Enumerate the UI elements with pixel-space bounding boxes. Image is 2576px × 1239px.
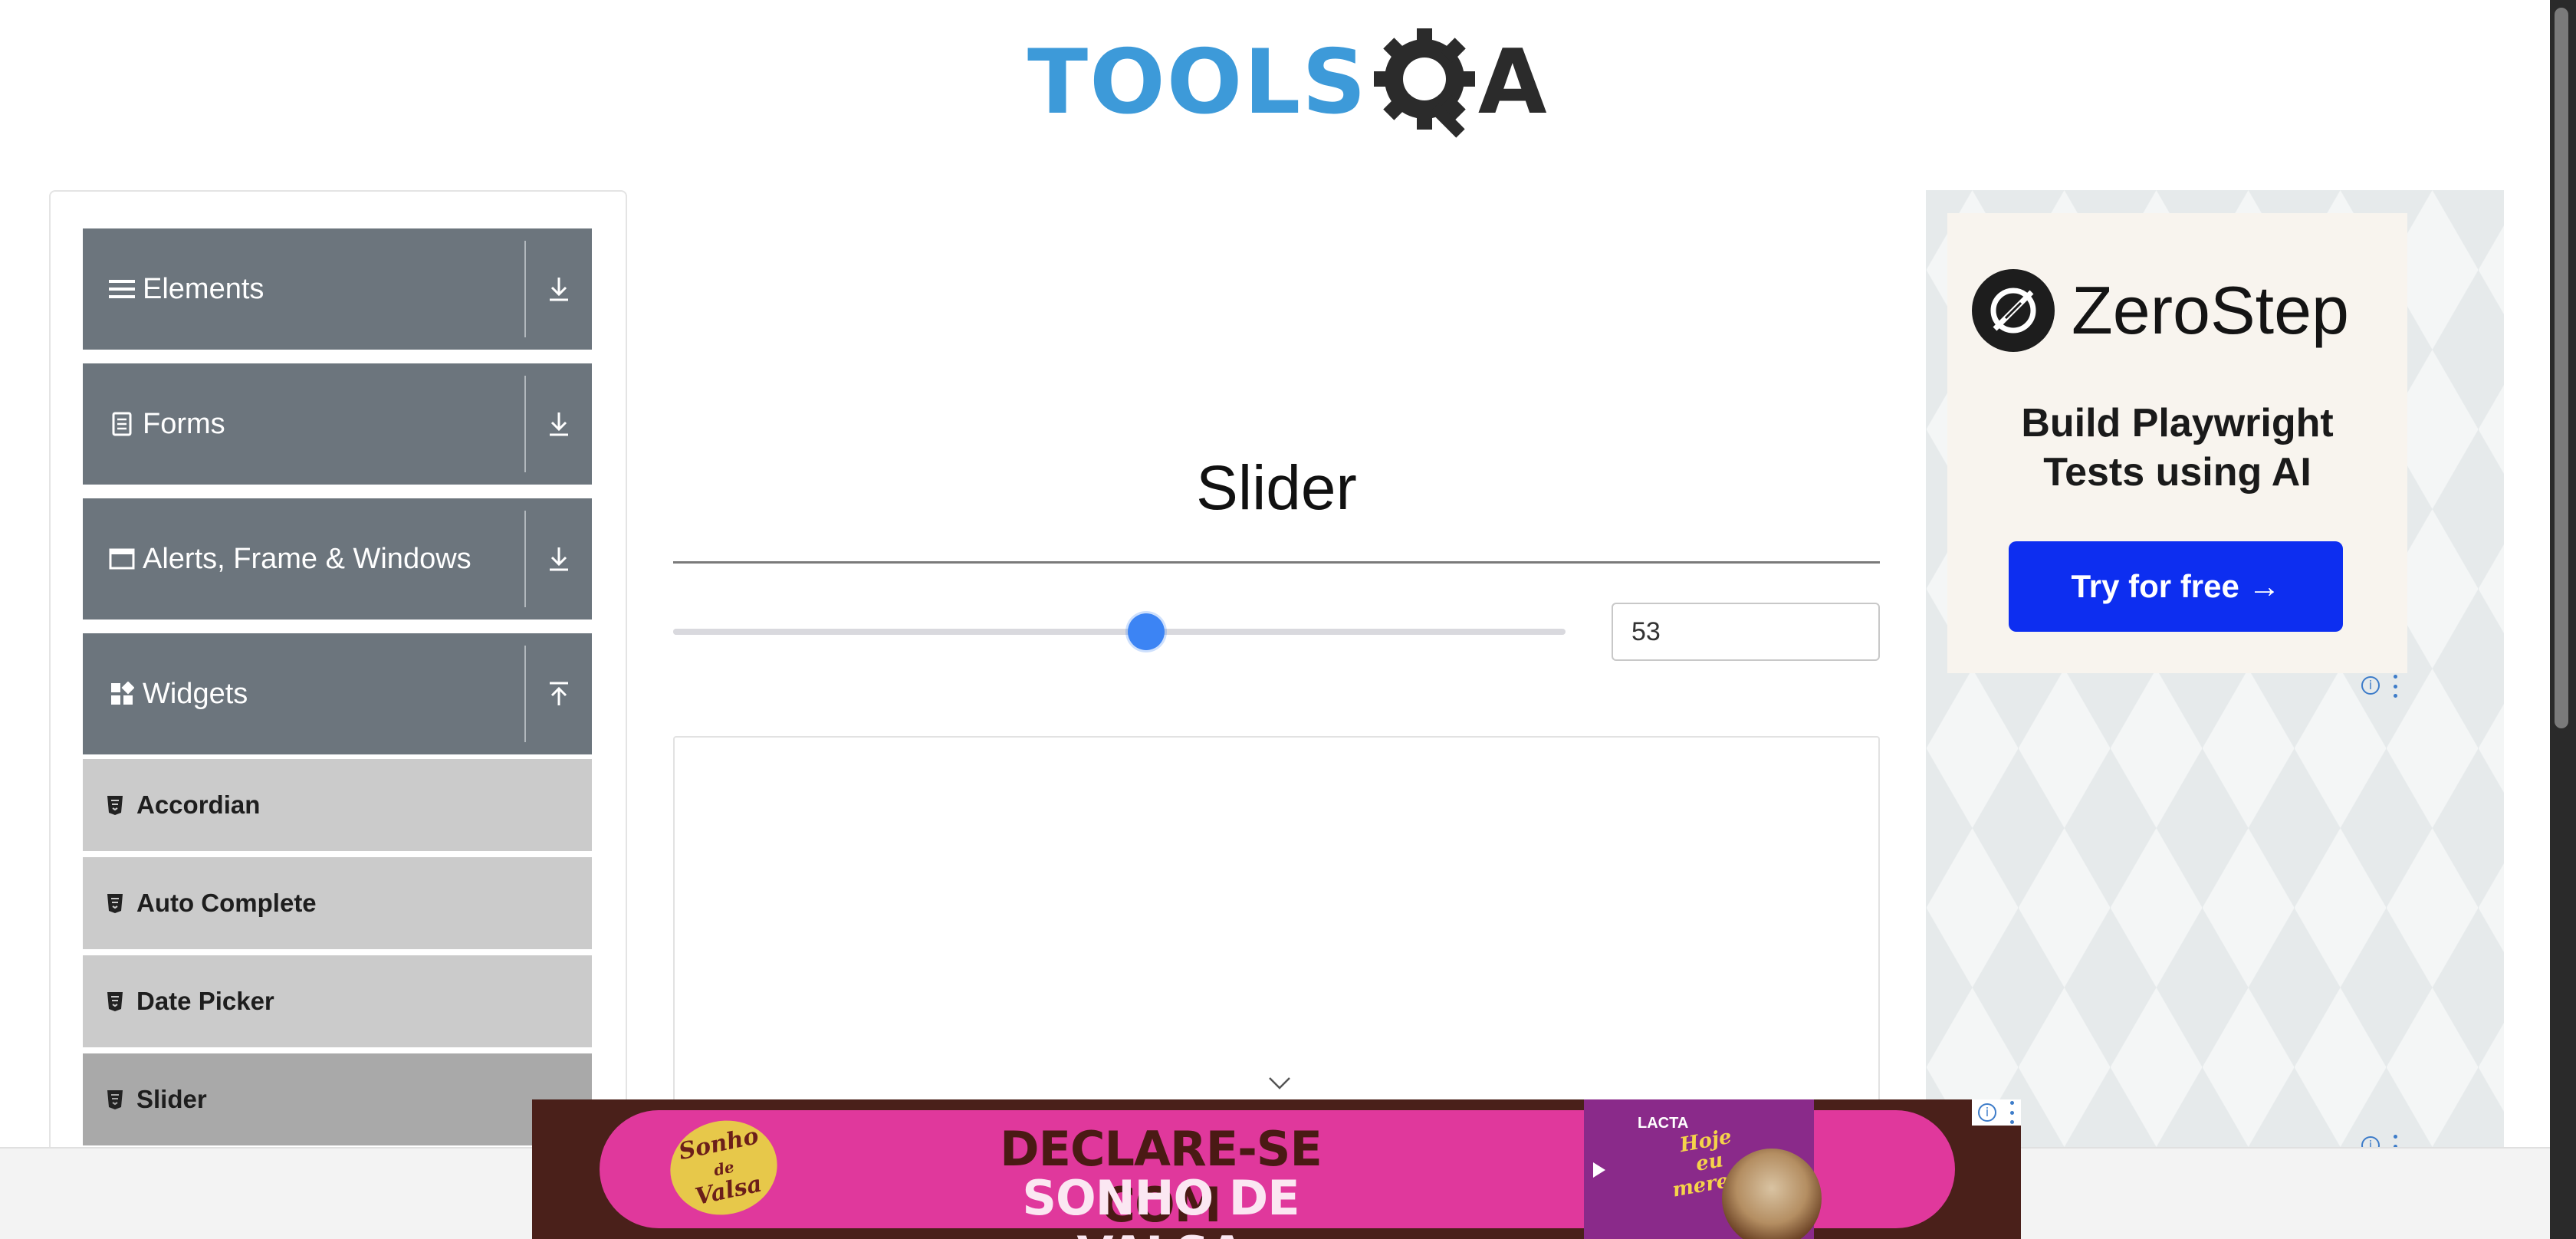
html5-icon: [104, 892, 126, 915]
ad-info-icon[interactable]: i: [2361, 676, 2380, 695]
ad-headline-line2: Tests using AI: [2043, 450, 2312, 495]
bottom-banner-ad[interactable]: Sonho de Valsa DECLARE-SE COM SONHO DE V…: [532, 1099, 2021, 1239]
group-label: Alerts, Frame & Windows: [143, 542, 472, 575]
banner-headline-line2: SONHO DE VALSA: [1022, 1170, 1300, 1239]
slider-thumb[interactable]: [1127, 613, 1165, 650]
html5-icon: [104, 1088, 126, 1111]
page-title: Slider: [1196, 453, 1357, 523]
logo-text: TOOLS: [1027, 31, 1368, 134]
menu-item-accordian[interactable]: Accordian: [83, 759, 592, 854]
download-arrow-icon[interactable]: [526, 363, 592, 485]
group-elements[interactable]: Elements: [83, 228, 592, 350]
divider: [524, 376, 526, 472]
group-alerts-frame-windows[interactable]: Alerts, Frame & Windows: [83, 498, 592, 620]
upload-arrow-icon[interactable]: [526, 633, 592, 754]
group-label: Forms: [143, 407, 225, 440]
widgets-icon: [109, 681, 135, 707]
left-sidebar: Elements Forms Alerts, Frame & Windows W…: [49, 190, 627, 1239]
ad-brand-name: ZeroStep: [2072, 272, 2349, 348]
slider-value-field[interactable]: [1612, 603, 1880, 661]
ad-headline: Build Playwright Tests using AI: [1947, 399, 2407, 497]
menu-item-label: Slider: [136, 1085, 207, 1113]
menu-item-auto-complete[interactable]: Auto Complete: [83, 857, 592, 952]
banner-product-brand: LACTA: [1638, 1115, 1689, 1132]
ad-headline-line1: Build Playwright: [2021, 401, 2334, 445]
group-label: Widgets: [143, 677, 248, 710]
menu-item-label: Auto Complete: [136, 889, 317, 917]
vertical-scrollbar[interactable]: [2550, 0, 2576, 1239]
group-widgets[interactable]: Widgets: [83, 633, 592, 754]
html5-icon: [104, 990, 126, 1013]
divider: [524, 241, 526, 337]
banner-adchoices[interactable]: i: [1972, 1099, 2021, 1126]
page: TOOLS A Elements Forms Alerts, Frame & W…: [0, 0, 2576, 1239]
zerostep-logo-icon: [1972, 269, 2055, 352]
try-for-free-button[interactable]: Try for free →: [2009, 541, 2343, 632]
gear-magnifier-icon: [1371, 25, 1486, 140]
chocolate-image: [1722, 1149, 1822, 1239]
download-arrow-icon[interactable]: [526, 498, 592, 620]
group-label: Elements: [143, 272, 264, 305]
divider: [524, 646, 526, 742]
ad-menu-icon[interactable]: [2009, 1101, 2015, 1124]
title-divider: [673, 561, 1880, 564]
menu-item-label: Date Picker: [136, 987, 274, 1015]
chevron-down-icon[interactable]: [1267, 1073, 1293, 1093]
ad-brand: ZeroStep: [1972, 268, 2349, 353]
slider-fill: [673, 629, 1146, 635]
document-icon: [109, 411, 135, 437]
banner-product-image: LACTA Hoje eu mereço: [1584, 1099, 1822, 1239]
menu-item-slider[interactable]: Slider: [83, 1053, 592, 1149]
logo-suffix: A: [1477, 31, 1547, 134]
ad-info-icon[interactable]: i: [1978, 1103, 1996, 1122]
hamburger-icon: [109, 276, 135, 302]
menu-item-date-picker[interactable]: Date Picker: [83, 955, 592, 1050]
top-ad-space: [673, 207, 1880, 406]
divider: [524, 511, 526, 607]
ad-menu-icon[interactable]: [2392, 675, 2398, 698]
scrollbar-thumb[interactable]: [2555, 8, 2568, 728]
group-forms[interactable]: Forms: [83, 363, 592, 485]
banner-logo-line3: Valsa: [692, 1170, 764, 1211]
menu-item-label: Accordian: [136, 790, 261, 819]
play-icon[interactable]: [1593, 1162, 1605, 1178]
download-arrow-icon[interactable]: [526, 228, 592, 350]
toolsqa-logo[interactable]: TOOLS A: [1027, 21, 1547, 144]
slider-track[interactable]: [673, 629, 1566, 635]
html5-icon: [104, 794, 126, 817]
window-icon: [109, 546, 135, 572]
